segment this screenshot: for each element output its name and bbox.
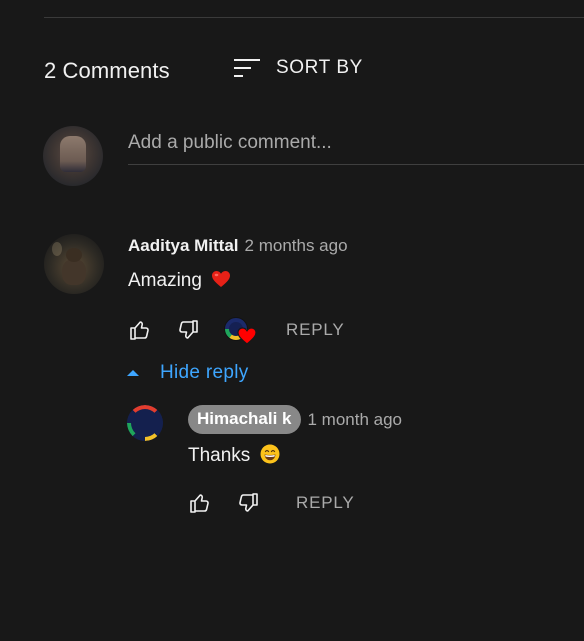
add-comment-input[interactable] [128, 128, 584, 158]
reply-body: Thanks [188, 444, 280, 467]
reply-button[interactable]: REPLY [296, 493, 355, 513]
red-heart-emoji-icon [212, 271, 231, 287]
comment-actions: REPLY [128, 315, 345, 345]
divider [44, 17, 584, 18]
current-user-avatar [43, 126, 103, 186]
caret-up-icon [127, 370, 139, 376]
comment-author-avatar[interactable] [44, 234, 104, 294]
comment-header: Aaditya Mittal 2 months ago [128, 236, 348, 256]
reply-text: Thanks [188, 445, 251, 466]
comments-section: 2 Comments SORT BY Aaditya Mittal 2 mont… [0, 0, 584, 641]
reply-author-avatar[interactable] [127, 405, 163, 441]
reply-actions: REPLY [188, 489, 355, 517]
comment-body: Amazing [128, 270, 231, 292]
like-icon[interactable] [128, 318, 152, 342]
comment-composer [128, 124, 584, 165]
comment-timestamp[interactable]: 2 months ago [245, 236, 348, 256]
sort-by-button[interactable]: SORT BY [232, 54, 363, 82]
comment-text: Amazing [128, 270, 202, 291]
creator-heart-badge [224, 315, 258, 345]
comments-count: 2 Comments [44, 58, 170, 83]
dislike-icon[interactable] [176, 318, 200, 342]
creator-author-chip[interactable]: Himachali k [188, 405, 301, 434]
dislike-icon[interactable] [236, 491, 260, 515]
comment-author-name[interactable]: Aaditya Mittal [128, 236, 239, 256]
grinning-face-emoji-icon [260, 444, 280, 464]
creator-heart-icon [237, 327, 257, 345]
reply-button[interactable]: REPLY [286, 320, 345, 340]
reply-header: Himachali k 1 month ago [188, 405, 402, 434]
reply-timestamp[interactable]: 1 month ago [308, 410, 403, 430]
comments-header: 2 Comments [44, 56, 170, 86]
hide-replies-toggle[interactable]: Hide reply [124, 362, 249, 384]
sort-by-label: SORT BY [276, 57, 363, 78]
like-icon[interactable] [188, 491, 212, 515]
hide-replies-label: Hide reply [160, 362, 249, 383]
sort-icon [234, 59, 260, 77]
